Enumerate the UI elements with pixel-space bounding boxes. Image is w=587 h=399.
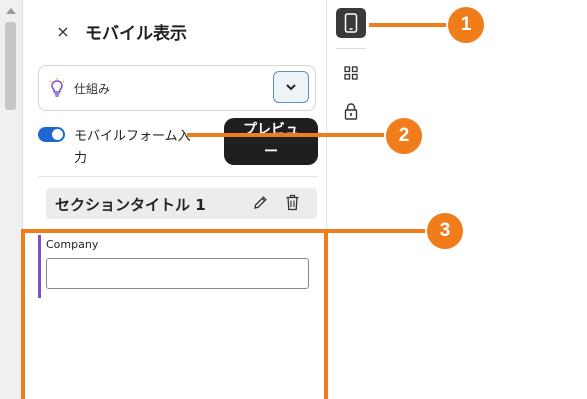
callout-3-frame: [21, 229, 328, 399]
lock-icon[interactable]: [344, 103, 358, 120]
mobile-phone-icon: [344, 13, 358, 33]
section-title: セクションタイトル 1: [55, 196, 206, 214]
callout-1-line: [369, 23, 451, 27]
divider: [38, 176, 318, 177]
mobile-form-input-label: モバイルフォーム入力: [74, 129, 191, 166]
mobile-form-input-toggle[interactable]: [38, 127, 65, 142]
rail-divider: [336, 48, 366, 49]
panel-title: モバイル表示: [85, 24, 187, 44]
how-it-works-dropdown[interactable]: 仕組み: [38, 65, 316, 111]
callout-2-line: [187, 133, 387, 137]
chevron-down-icon: [286, 84, 296, 91]
mobile-view-button[interactable]: [336, 8, 366, 38]
callout-3-badge: 3: [425, 211, 465, 251]
close-button[interactable]: ×: [55, 22, 71, 42]
trash-icon[interactable]: [285, 194, 300, 211]
preview-button-label-line1: プレビュ: [243, 122, 299, 138]
lightbulb-icon: [49, 78, 65, 97]
dropdown-toggle-button[interactable]: [273, 71, 309, 103]
section-header[interactable]: セクションタイトル 1: [46, 188, 317, 219]
dropdown-label: 仕組み: [74, 82, 111, 96]
pencil-edit-icon[interactable]: [253, 195, 268, 210]
preview-button-label-line2: ー: [264, 144, 278, 160]
scroll-up-arrow-icon[interactable]: [6, 8, 16, 14]
callout-2-badge: 2: [384, 116, 424, 156]
callout-1-badge: 1: [446, 5, 486, 45]
close-icon[interactable]: ×: [56, 22, 69, 41]
scrollbar-thumb[interactable]: [5, 22, 16, 110]
callout-3-line: [324, 229, 430, 233]
preview-button[interactable]: プレビュ ー: [224, 118, 318, 165]
panel-scrollbar[interactable]: [0, 0, 23, 399]
toggle-knob: [52, 129, 63, 140]
grid-icon[interactable]: [344, 66, 358, 80]
